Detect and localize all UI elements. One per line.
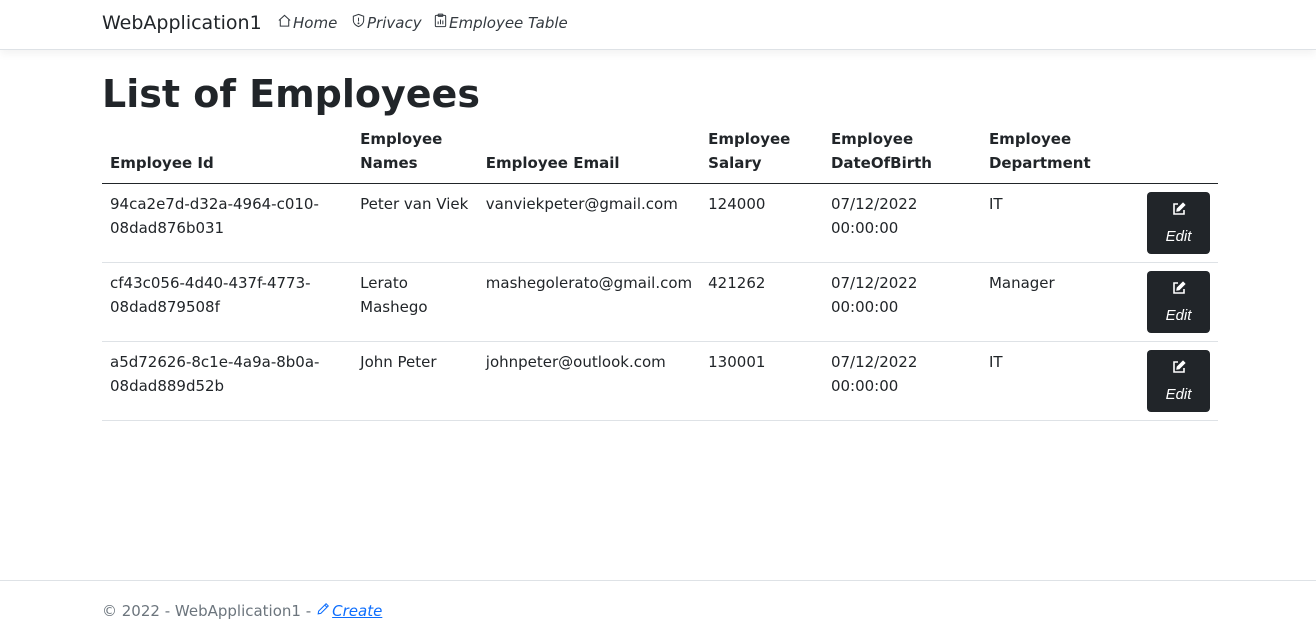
header-employee-salary: Employee Salary	[700, 127, 823, 184]
cell-dob: 07/12/2022 00:00:00	[822, 341, 981, 421]
cell-email: mashegolerato@gmail.com	[477, 262, 701, 342]
cell-email: vanviekpeter@gmail.com	[477, 183, 701, 263]
shield-icon	[351, 13, 367, 33]
header-actions	[1139, 127, 1218, 184]
cell-actions: Edit	[1139, 262, 1218, 342]
edit-button[interactable]: Edit	[1147, 350, 1210, 412]
create-link-label: Create	[332, 602, 383, 620]
nav-link-privacy[interactable]: Privacy	[351, 13, 422, 33]
table-header-row: Employee Id Employee Names Employee Emai…	[102, 127, 1218, 184]
cell-name: Peter van Viek	[352, 183, 478, 263]
edit-button-label: Edit	[1165, 227, 1192, 245]
pencil-icon	[316, 601, 332, 621]
edit-button-label: Edit	[1165, 385, 1192, 403]
table-row: 94ca2e7d-d32a-4964-c010-08dad876b031 Pet…	[102, 183, 1218, 263]
cell-salary: 130001	[700, 341, 823, 421]
edit-button[interactable]: Edit	[1147, 192, 1210, 254]
cell-id: 94ca2e7d-d32a-4964-c010-08dad876b031	[102, 183, 353, 263]
header-employee-email: Employee Email	[477, 127, 701, 184]
pencil-square-icon	[1171, 280, 1187, 306]
page-title: List of Employees	[102, 72, 480, 116]
header-employee-department: Employee Department	[980, 127, 1139, 184]
cell-actions: Edit	[1139, 341, 1218, 421]
cell-salary: 421262	[700, 262, 823, 342]
footer-content: © 2022 - WebApplication1 - Create	[102, 601, 382, 621]
navbar: WebApplication1 Home Privacy Employee Ta…	[0, 0, 1316, 50]
cell-id: cf43c056-4d40-437f-4773-08dad879508f	[102, 262, 353, 342]
cell-name: John Peter	[352, 341, 478, 421]
employee-table: Employee Id Employee Names Employee Emai…	[102, 127, 1218, 421]
edit-button-label: Edit	[1165, 306, 1192, 324]
cell-department: Manager	[980, 262, 1139, 342]
table-row: a5d72626-8c1e-4a9a-8b0a-08dad889d52b Joh…	[102, 341, 1218, 421]
nav-link-employee-table[interactable]: Employee Table	[433, 13, 568, 33]
cell-actions: Edit	[1139, 183, 1218, 263]
nav-link-home[interactable]: Home	[277, 13, 337, 33]
cell-email: johnpeter@outlook.com	[477, 341, 701, 421]
header-employee-dob: Employee DateOfBirth	[822, 127, 981, 184]
footer-copyright: © 2022 - WebApplication1 -	[102, 602, 312, 620]
cell-dob: 07/12/2022 00:00:00	[822, 183, 981, 263]
cell-department: IT	[980, 341, 1139, 421]
brand-link[interactable]: WebApplication1	[102, 11, 262, 35]
pencil-square-icon	[1171, 359, 1187, 385]
cell-name: Lerato Mashego	[352, 262, 478, 342]
house-icon	[277, 13, 293, 33]
pencil-square-icon	[1171, 201, 1187, 227]
nav-label-home: Home	[293, 14, 338, 32]
header-employee-id: Employee Id	[102, 127, 353, 184]
cell-department: IT	[980, 183, 1139, 263]
header-employee-names: Employee Names	[352, 127, 478, 184]
cell-id: a5d72626-8c1e-4a9a-8b0a-08dad889d52b	[102, 341, 353, 421]
cell-dob: 07/12/2022 00:00:00	[822, 262, 981, 342]
edit-button[interactable]: Edit	[1147, 271, 1210, 333]
nav-label-privacy: Privacy	[367, 14, 422, 32]
clipboard-chart-icon	[433, 13, 449, 33]
create-link[interactable]: Create	[316, 601, 382, 621]
cell-salary: 124000	[700, 183, 823, 263]
nav-label-employee-table: Employee Table	[449, 14, 568, 32]
table-row: cf43c056-4d40-437f-4773-08dad879508f Ler…	[102, 262, 1218, 342]
footer: © 2022 - WebApplication1 - Create	[0, 580, 1316, 629]
